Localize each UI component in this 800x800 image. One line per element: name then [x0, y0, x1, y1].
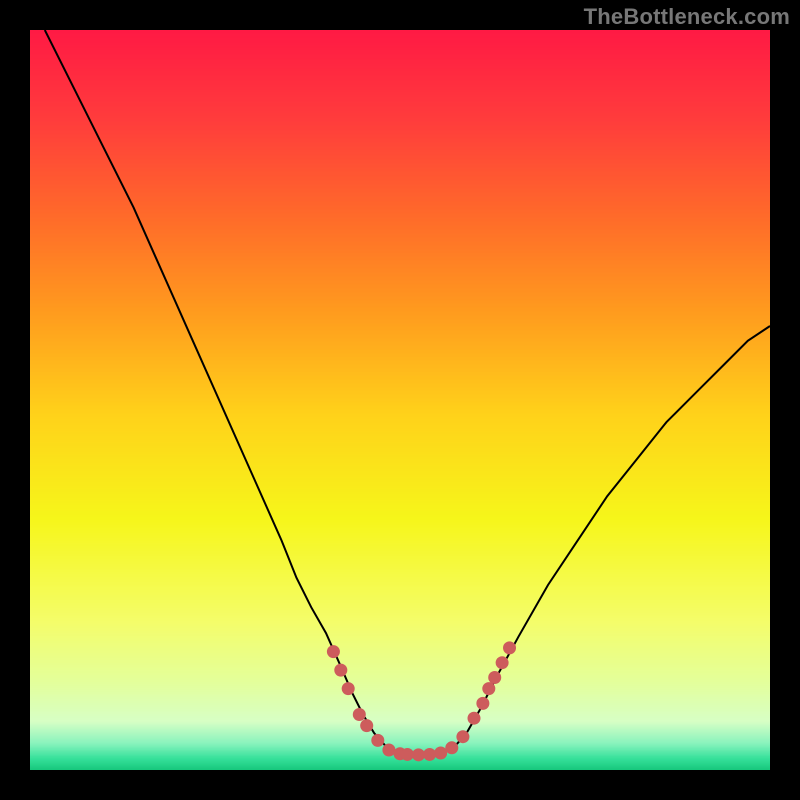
chart-frame: TheBottleneck.com — [0, 0, 800, 800]
plot-area — [30, 30, 770, 770]
watermark-text: TheBottleneck.com — [584, 4, 790, 30]
background-gradient — [30, 30, 770, 770]
